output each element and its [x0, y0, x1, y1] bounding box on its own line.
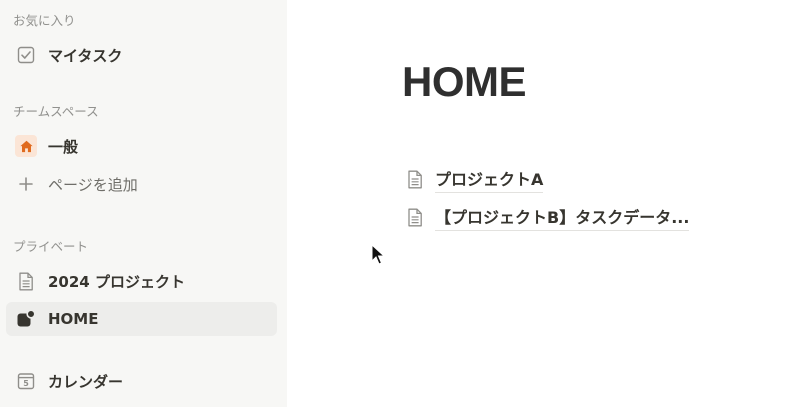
- sidebar-item-general[interactable]: 一般: [6, 129, 277, 163]
- sidebar-item-label: マイタスク: [48, 46, 123, 65]
- private-section-label: プライベート: [13, 239, 89, 254]
- sidebar: お気に入り マイタスク チームスペース 一般 ページを追加 プライベート 202…: [0, 0, 287, 407]
- document-icon: [404, 206, 426, 228]
- plus-icon: [15, 173, 37, 195]
- document-icon: [15, 270, 37, 292]
- sidebar-item-label: 2024 プロジェクト: [48, 272, 185, 291]
- shape-icon: [15, 308, 37, 330]
- add-page-button[interactable]: ページを追加: [6, 167, 277, 201]
- teamspace-section-label: チームスペース: [13, 104, 99, 119]
- add-page-label: ページを追加: [48, 175, 138, 194]
- checkbox-icon: [15, 44, 37, 66]
- sidebar-item-calendar[interactable]: 5 カレンダー: [6, 364, 277, 398]
- calendar-icon: 5: [15, 370, 37, 392]
- page-link-label: プロジェクトA: [435, 166, 544, 193]
- sidebar-item-label: カレンダー: [48, 372, 124, 391]
- sidebar-item-label: 一般: [48, 137, 79, 156]
- mouse-cursor-icon: [371, 243, 386, 270]
- document-icon: [404, 168, 426, 190]
- page-link-label: 【プロジェクトB】タスクデータ...: [435, 204, 690, 231]
- sidebar-item-2024-project[interactable]: 2024 プロジェクト: [6, 264, 277, 298]
- page-link-project-b[interactable]: 【プロジェクトB】タスクデータ...: [404, 203, 690, 231]
- svg-text:5: 5: [23, 379, 29, 388]
- page-link-project-a[interactable]: プロジェクトA: [404, 165, 544, 193]
- page-content: HOME プロジェクトA 【プロジェクトB】タスクデータ...: [287, 0, 800, 407]
- sidebar-item-home[interactable]: HOME: [6, 302, 277, 336]
- home-icon: [15, 135, 37, 157]
- sidebar-item-my-tasks[interactable]: マイタスク: [6, 38, 277, 72]
- sidebar-item-label: HOME: [48, 310, 99, 328]
- favorites-section-label: お気に入り: [13, 13, 76, 28]
- page-title: HOME: [402, 58, 527, 105]
